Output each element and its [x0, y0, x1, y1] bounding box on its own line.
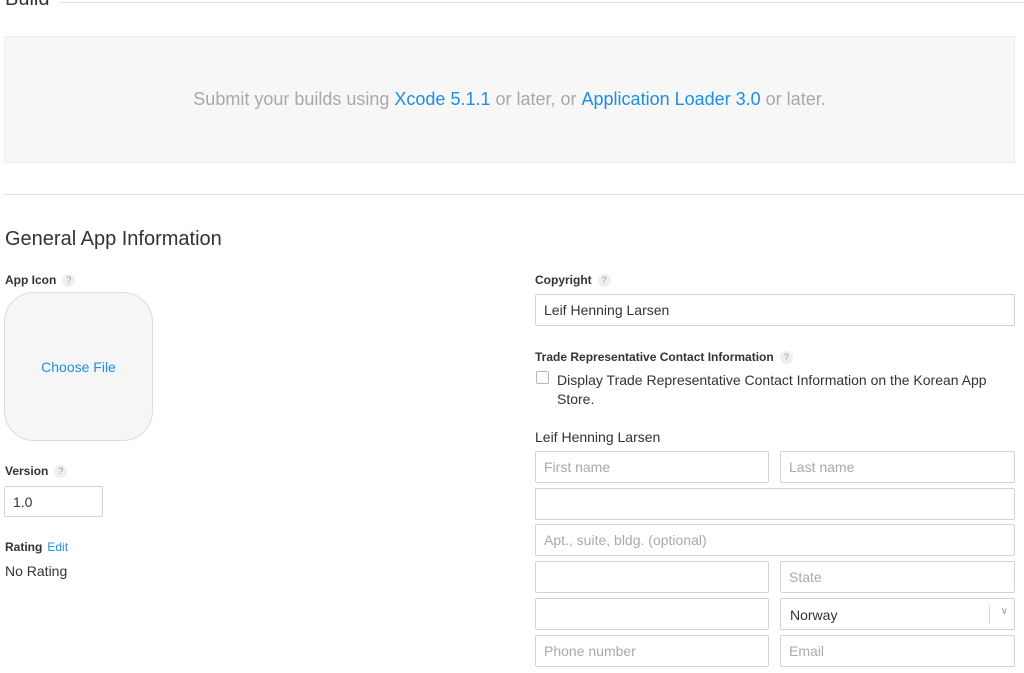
email-input[interactable]: [780, 635, 1015, 667]
app-icon-dropzone[interactable]: Choose File: [4, 292, 153, 441]
trade-rep-label: Trade Representative Contact Information…: [535, 350, 793, 364]
build-message-pre: Submit your builds using: [193, 89, 395, 109]
address-line2-input[interactable]: [535, 524, 1015, 556]
choose-file-button[interactable]: Choose File: [41, 359, 116, 375]
build-section-title: Build: [5, 0, 49, 11]
display-trade-rep-checkbox-label[interactable]: Display Trade Representative Contact Inf…: [557, 371, 1012, 409]
question-circle-icon[interactable]: ?: [54, 465, 68, 478]
version-label: Version?: [5, 464, 68, 478]
postal-code-input[interactable]: [535, 598, 769, 630]
question-circle-icon[interactable]: ?: [779, 351, 793, 364]
trade-rep-label-text: Trade Representative Contact Information: [535, 350, 774, 364]
rating-label-text: Rating: [5, 540, 43, 554]
top-divider: [60, 2, 1024, 3]
first-name-input[interactable]: [535, 451, 769, 483]
app-icon-label: App Icon?: [5, 273, 76, 287]
build-info-panel: Submit your builds using Xcode 5.1.1 or …: [4, 36, 1015, 163]
country-select[interactable]: Norway ∨: [780, 598, 1015, 630]
xcode-link[interactable]: Xcode 5.1.1: [394, 89, 490, 110]
section-divider: [4, 194, 1024, 195]
rating-value: No Rating: [5, 563, 68, 579]
question-circle-icon[interactable]: ?: [597, 274, 611, 287]
copyright-input[interactable]: [535, 294, 1015, 326]
version-label-text: Version: [5, 464, 49, 478]
rating-label: Rating Edit: [5, 540, 68, 554]
copyright-label: Copyright?: [535, 273, 611, 287]
phone-input[interactable]: [535, 635, 769, 667]
rating-edit-link[interactable]: Edit: [47, 540, 68, 554]
question-circle-icon[interactable]: ?: [62, 274, 76, 287]
copyright-label-text: Copyright: [535, 273, 592, 287]
state-input[interactable]: [780, 561, 1015, 593]
app-icon-label-text: App Icon: [5, 273, 57, 287]
display-trade-rep-checkbox[interactable]: [536, 371, 549, 384]
version-input[interactable]: [4, 486, 103, 517]
build-message-mid: or later, or: [490, 89, 582, 109]
city-input[interactable]: [535, 561, 769, 593]
address-line1-input[interactable]: [535, 488, 1015, 520]
chevron-down-icon[interactable]: ∨: [1001, 606, 1008, 617]
application-loader-link[interactable]: Application Loader 3.0: [582, 89, 761, 110]
country-select-value: Norway: [790, 607, 838, 623]
general-info-title: General App Information: [5, 228, 222, 250]
select-divider: [989, 605, 990, 624]
last-name-input[interactable]: [780, 451, 1015, 483]
trade-contact-name: Leif Henning Larsen: [535, 429, 661, 445]
build-message-post: or later.: [760, 89, 826, 109]
